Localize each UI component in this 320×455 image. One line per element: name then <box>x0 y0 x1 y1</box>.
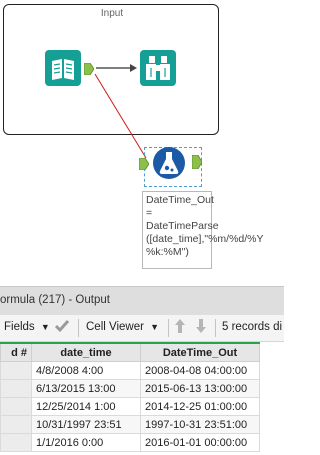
toolbar-separator <box>215 319 216 337</box>
cell-viewer-label: Cell Viewer <box>86 321 144 333</box>
arrow-up-icon[interactable] <box>174 318 186 337</box>
flask-icon <box>153 147 185 179</box>
input-data-tool[interactable] <box>45 50 81 86</box>
record-number <box>0 361 32 380</box>
output-anchor[interactable] <box>83 62 95 76</box>
cell-datetime-out[interactable]: 1997-10-31 23:51:00 <box>140 415 260 434</box>
table-row[interactable]: 1/1/2016 0:00 2016-01-01 00:00:00 <box>0 433 260 452</box>
column-header-date-time[interactable]: date_time <box>31 342 141 362</box>
table-row[interactable]: 12/25/2014 1:00 2014-12-25 01:00:00 <box>0 397 260 416</box>
cell-datetime-out[interactable]: 2015-06-13 13:00:00 <box>140 379 260 398</box>
record-number <box>0 433 32 452</box>
book-icon <box>45 50 81 86</box>
cell-datetime-out[interactable]: 2014-12-25 01:00:00 <box>140 397 260 416</box>
record-number <box>0 379 32 398</box>
fields-label: Fields <box>4 321 35 333</box>
formula-tool[interactable] <box>152 146 186 180</box>
table-row[interactable]: 10/31/1997 23:51 1997-10-31 23:51:00 <box>0 415 260 434</box>
results-title: ormula (217) - Output <box>0 294 110 306</box>
connection-input-to-formula <box>94 73 147 159</box>
checkmark-icon[interactable] <box>54 318 70 337</box>
table-header-row: d # date_time DateTime_Out <box>0 342 260 362</box>
toolbar-separator <box>78 319 79 337</box>
binoculars-icon <box>140 50 176 86</box>
formula-annotation: DateTime_Out = DateTimeParse ([date_time… <box>142 191 264 269</box>
column-header-datetime-out[interactable]: DateTime_Out <box>140 342 260 362</box>
record-number <box>0 397 32 416</box>
connection-arrow <box>130 64 137 72</box>
results-table: d # date_time DateTime_Out 4/8/2008 4:00… <box>0 342 260 452</box>
cell-datetime-out[interactable]: 2008-04-08 04:00:00 <box>140 361 260 380</box>
arrow-down-icon[interactable] <box>195 318 207 337</box>
column-header-record[interactable]: d # <box>0 342 32 362</box>
formula-output-anchor[interactable] <box>191 154 203 170</box>
formula-input-anchor[interactable] <box>138 157 150 171</box>
records-count: 5 records di <box>222 321 283 333</box>
toolbar-separator <box>168 319 169 337</box>
table-row[interactable]: 6/13/2015 13:00 2015-06-13 13:00:00 <box>0 379 260 398</box>
results-toolbar: Fields ▼ Cell Viewer ▼ 5 records di <box>0 315 284 342</box>
cell-datetime-out[interactable]: 2016-01-01 00:00:00 <box>140 433 260 452</box>
table-row[interactable]: 4/8/2008 4:00 2008-04-08 04:00:00 <box>0 361 260 380</box>
cell-date-time[interactable]: 12/25/2014 1:00 <box>31 397 141 416</box>
cell-date-time[interactable]: 1/1/2016 0:00 <box>31 433 141 452</box>
cell-date-time[interactable]: 6/13/2015 13:00 <box>31 379 141 398</box>
cell-date-time[interactable]: 10/31/1997 23:51 <box>31 415 141 434</box>
chevron-down-icon: ▼ <box>150 322 160 332</box>
workflow-canvas[interactable]: Input DateTime_Out = DateTimeParse ([dat… <box>0 0 284 285</box>
fields-button[interactable]: Fields ▼ <box>4 321 50 333</box>
cell-viewer-button[interactable]: Cell Viewer ▼ <box>86 321 159 333</box>
browse-tool[interactable] <box>140 50 176 86</box>
results-window-header: ormula (217) - Output <box>0 286 284 315</box>
chevron-down-icon: ▼ <box>40 322 50 332</box>
cell-date-time[interactable]: 4/8/2008 4:00 <box>31 361 141 380</box>
record-number <box>0 415 32 434</box>
